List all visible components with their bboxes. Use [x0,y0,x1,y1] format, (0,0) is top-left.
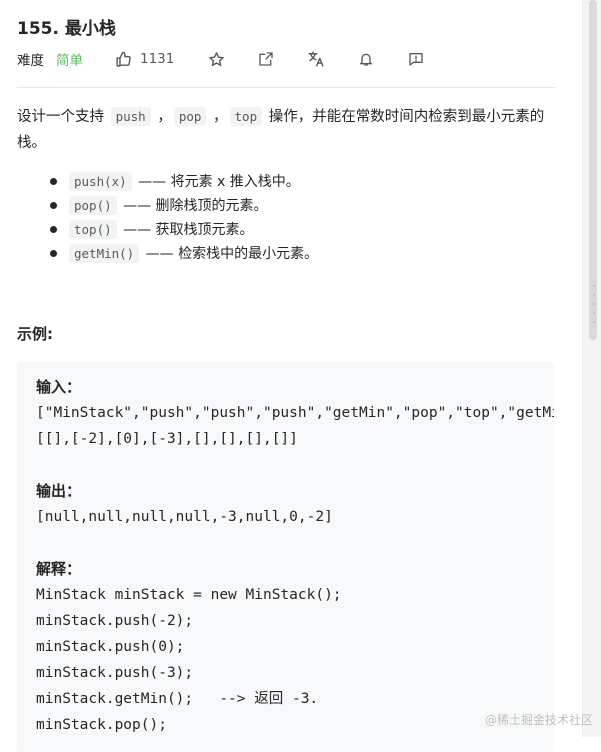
watermark: @稀土掘金技术社区 [484,713,593,727]
op-code: pop() [69,196,117,215]
difficulty-label: 难度 [17,53,44,69]
op-text: —— 获取栈顶元素。 [118,222,254,238]
scroll-grip-dot [593,285,595,287]
list-item: top() —— 获取栈顶元素。 [50,218,550,242]
blank-line: ​ [36,530,554,556]
inline-code-push: push [110,107,151,126]
difficulty-badge: 简单 [56,53,83,69]
like-count: 1131 [140,51,175,67]
example-content: 输入： ["MinStack","push","push","push","get… [36,374,554,738]
problem-meta-bar: 难度 简单 1131 [17,48,555,70]
op-code: getMin() [69,244,140,263]
list-item: getMin() —— 检索栈中的最小元素。 [50,242,550,266]
translate-icon [308,51,324,67]
like-button[interactable]: 1131 [115,51,174,68]
input-label: 输入： [36,378,82,396]
vertical-scrollbar[interactable] [582,0,601,737]
problem-description: 设计一个支持 push ， pop ， top 操作，并能在常数时间内检索到最小元素… [17,104,557,156]
bullet-icon [50,202,57,209]
notification-button[interactable] [356,49,376,69]
share-button[interactable] [256,49,276,69]
explain-line: minStack.getMin(); --> 返回 -3. [36,691,319,707]
desc-sep-1: ， [152,109,172,125]
problem-title: 155. 最小栈 [17,19,116,39]
inline-code-pop: pop [173,107,207,126]
bullet-icon [50,178,57,185]
scroll-grip-dot [593,294,595,296]
scroll-grip-dot [593,312,595,314]
output-label: 输出： [36,482,82,500]
op-code: top() [69,220,117,239]
feedback-icon [409,53,424,66]
translate-button[interactable] [306,49,326,69]
share-icon [259,52,274,66]
op-text: —— 删除栈顶的元素。 [118,198,268,214]
bullet-icon [50,226,57,233]
op-text: —— 将元素 x 推入栈中。 [133,174,300,190]
scroll-grip-dot [593,303,595,305]
output-line: [null,null,null,null,-3,null,0,-2] [36,509,333,525]
thumbs-up-icon [116,51,131,67]
explain-line: minStack.push(-2); [36,613,194,629]
desc-sep-2: ， [208,109,228,125]
bullet-icon [50,250,57,257]
explain-line: minStack.push(-3); [36,665,194,681]
list-item: push(x) —— 将元素 x 推入栈中。 [50,170,550,194]
input-line-2: [[],[-2],[0],[-3],[],[],[],[]] [36,431,298,447]
explain-label: 解释： [36,560,82,578]
example-heading: 示例: [17,325,53,343]
scroll-grip-dot [593,321,595,323]
list-item: pop() —— 删除栈顶的元素。 [50,194,550,218]
example-code-block[interactable]: 输入： ["MinStack","push","push","push","get… [17,362,554,752]
desc-text-1: 设计一个支持 [17,109,109,125]
bell-icon [360,53,373,66]
scrollbar-thumb[interactable] [589,0,597,340]
inline-code-top: top [229,107,263,126]
op-code: push(x) [69,172,132,191]
header-divider [17,87,555,88]
star-icon [209,51,224,66]
favorite-button[interactable] [206,49,226,69]
input-line-1: ["MinStack","push","push","push","getMin… [36,405,554,421]
blank-line: ​ [36,452,554,478]
feedback-button[interactable] [406,49,426,69]
operation-list: push(x) —— 将元素 x 推入栈中。 pop() —— 删除栈顶的元素。… [50,170,550,266]
explain-line: minStack.pop(); [36,717,167,733]
explain-line: MinStack minStack = new MinStack(); [36,587,342,603]
op-text: —— 检索栈中的最小元素。 [141,246,319,262]
explain-line: minStack.push(0); [36,639,185,655]
